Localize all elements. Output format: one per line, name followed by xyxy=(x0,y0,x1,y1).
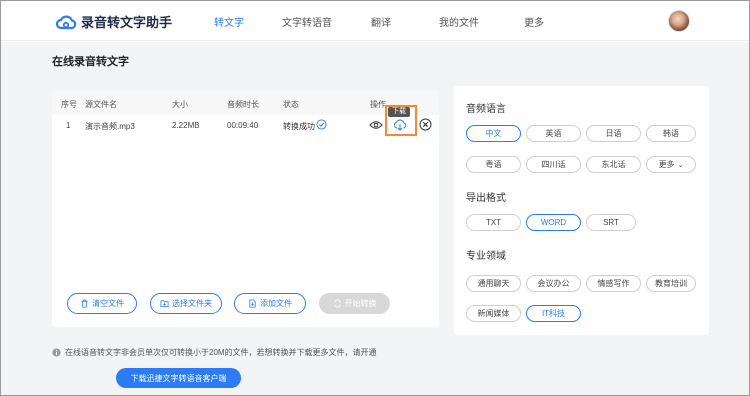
row-filename: 演示音频.mp3 xyxy=(85,122,135,131)
start-convert-button[interactable]: 开始转换 xyxy=(319,293,390,314)
domain-option-writing[interactable]: 情感写作 xyxy=(586,275,641,292)
preview-eye-icon[interactable] xyxy=(369,120,383,130)
row-status: 转换成功 xyxy=(283,122,315,131)
row-duration: 00:09:40 xyxy=(227,121,259,130)
format-option-label: TXT xyxy=(485,218,502,227)
format-option-label: WORD xyxy=(540,218,567,227)
lang-option-korean[interactable]: 韩语 xyxy=(646,125,696,142)
col-filename: 源文件名 xyxy=(85,100,117,109)
row-size: 2.22MB xyxy=(172,121,200,130)
download-client-button[interactable]: 下载迅捷文字转语音客户端 xyxy=(116,368,241,388)
member-note: 在线语音转文字非会员单次仅可转换小于20M的文件，若想转换并下载更多文件，请开通 xyxy=(52,347,377,358)
convert-icon xyxy=(333,299,341,308)
add-file-button[interactable]: 添加文件 xyxy=(234,293,306,314)
format-option-label: SRT xyxy=(603,218,619,227)
info-icon xyxy=(52,348,61,357)
choose-folder-button[interactable]: 选择文件夹 xyxy=(150,293,222,314)
format-option-srt[interactable]: SRT xyxy=(586,214,636,231)
start-convert-label: 开始转换 xyxy=(344,299,377,308)
app-logo[interactable]: 录音转文字助手 xyxy=(56,12,172,31)
row-index: 1 xyxy=(66,121,71,130)
lang-option-northeast[interactable]: 东北话 xyxy=(586,156,641,173)
domain-option-label: 会议办公 xyxy=(537,279,570,288)
domain-option-label: 通用聊天 xyxy=(477,279,510,288)
nav-speech-to-text[interactable]: 转文字 xyxy=(214,14,244,29)
choose-folder-label: 选择文件夹 xyxy=(172,299,212,308)
download-client-label: 下载迅捷文字转语音客户端 xyxy=(130,373,227,383)
lang-option-label: 东北话 xyxy=(601,160,626,169)
lang-more-dropdown[interactable]: 更多 ⌄ xyxy=(646,156,696,173)
trash-icon xyxy=(81,299,88,308)
domain-option-it[interactable]: IT科技 xyxy=(526,305,581,322)
chevron-down-icon: ⌄ xyxy=(677,161,684,169)
col-size: 大小 xyxy=(172,100,188,109)
col-status: 状态 xyxy=(283,100,299,109)
domain-option-meeting[interactable]: 会议办公 xyxy=(526,275,581,292)
col-duration: 音频时长 xyxy=(227,100,259,109)
lang-option-sichuan[interactable]: 四川话 xyxy=(526,156,581,173)
domain-option-label: 新闻媒体 xyxy=(477,309,510,318)
domain-option-label: IT科技 xyxy=(541,309,566,318)
lang-option-label: 四川话 xyxy=(541,160,566,169)
nav-more[interactable]: 更多 xyxy=(524,14,544,29)
col-index: 序号 xyxy=(61,100,77,109)
export-format-title: 导出格式 xyxy=(466,193,506,204)
cloud-download-icon[interactable] xyxy=(393,119,407,131)
lang-option-label: 日语 xyxy=(605,129,622,138)
nav-text-to-speech[interactable]: 文字转语音 xyxy=(282,14,332,29)
col-actions: 操作 xyxy=(370,100,386,109)
clear-files-button[interactable]: 清空文件 xyxy=(67,293,137,314)
app-name: 录音转文字助手 xyxy=(81,15,173,30)
check-circle-icon xyxy=(316,119,327,130)
file-panel: 序号 源文件名 大小 音频时长 状态 操作 1 演示音频.mp3 2.22MB … xyxy=(52,91,439,327)
domain-option-label: 情感写作 xyxy=(597,279,630,288)
add-file-label: 添加文件 xyxy=(260,299,292,308)
page-title: 在线录音转文字 xyxy=(52,56,129,68)
nav-translate[interactable]: 翻译 xyxy=(371,14,391,29)
member-note-text: 在线语音转文字非会员单次仅可转换小于20M的文件，若想转换并下载更多文件，请开通 xyxy=(65,348,377,357)
cloud-logo-icon xyxy=(56,15,76,29)
domain-option-news[interactable]: 新闻媒体 xyxy=(466,305,521,322)
lang-more-label: 更多 xyxy=(658,160,675,169)
download-tooltip: 下载 xyxy=(388,107,410,117)
lang-option-english[interactable]: 英语 xyxy=(526,125,581,142)
domain-option-label: 教育培训 xyxy=(655,279,687,288)
lang-option-label: 粤语 xyxy=(485,160,502,169)
add-file-icon xyxy=(249,299,256,308)
folder-icon xyxy=(160,300,169,308)
domain-title: 专业领域 xyxy=(466,251,506,262)
nav-my-files[interactable]: 我的文件 xyxy=(439,14,479,29)
clear-files-label: 清空文件 xyxy=(92,299,124,308)
lang-option-chinese[interactable]: 中文 xyxy=(466,125,521,142)
format-option-word[interactable]: WORD xyxy=(526,214,581,231)
settings-panel: 音频语言 中文 英语 日语 韩语 粤语 四川话 东北话 更多 ⌄ 导出格式 TXT… xyxy=(454,86,709,335)
lang-option-japanese[interactable]: 日语 xyxy=(586,125,641,142)
top-header: 录音转文字助手 转文字 文字转语音 翻译 我的文件 更多 xyxy=(1,1,749,41)
lang-option-cantonese[interactable]: 粤语 xyxy=(466,156,521,173)
domain-option-chat[interactable]: 通用聊天 xyxy=(466,275,521,292)
lang-option-label: 英语 xyxy=(545,129,562,138)
audio-language-title: 音频语言 xyxy=(466,104,506,115)
lang-option-label: 韩语 xyxy=(663,129,679,138)
lang-option-label: 中文 xyxy=(485,129,502,138)
user-avatar[interactable] xyxy=(668,10,690,32)
format-option-txt[interactable]: TXT xyxy=(466,214,521,231)
domain-option-education[interactable]: 教育培训 xyxy=(646,275,696,292)
remove-file-icon[interactable] xyxy=(419,118,432,131)
